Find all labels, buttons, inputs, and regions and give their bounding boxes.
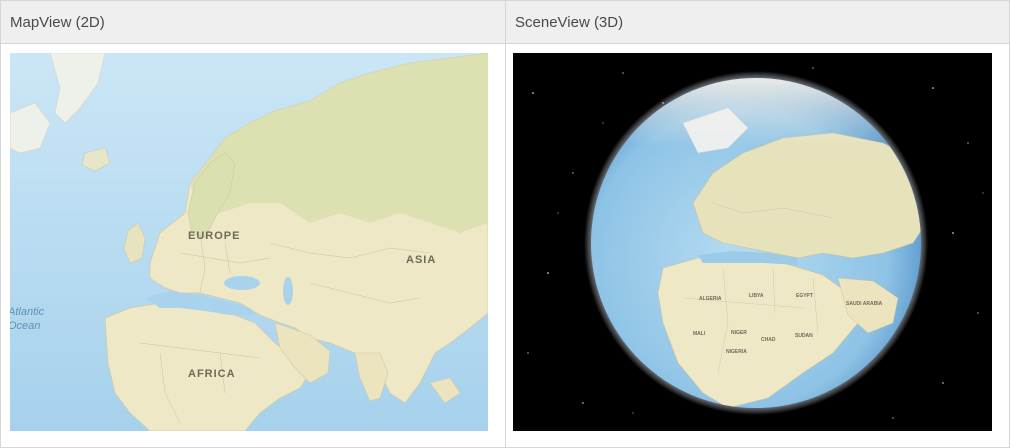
mapview-panel: MapView (2D) EUROPE ASIA AFRICA Atlantic… (1, 1, 505, 447)
asia-label: ASIA (406, 254, 436, 266)
label-niger: NIGER (731, 330, 747, 336)
map-2d-graphic: EUROPE ASIA AFRICA Atlantic Ocean (10, 53, 488, 431)
label-chad: CHAD (761, 337, 776, 343)
europe-label: EUROPE (188, 230, 240, 242)
black-sea (224, 276, 260, 290)
mapview-2d-map[interactable]: EUROPE ASIA AFRICA Atlantic Ocean (10, 53, 488, 431)
africa-label: AFRICA (188, 368, 236, 380)
mapview-title: MapView (2D) (10, 13, 105, 31)
sceneview-title: SceneView (3D) (515, 13, 624, 31)
view-comparison-grid: MapView (2D) EUROPE ASIA AFRICA Atlantic… (0, 0, 1010, 448)
caspian-sea (283, 277, 293, 305)
atlantic-label-line2: Ocean (10, 320, 40, 332)
sceneview-panel: SceneView (3D) ALGERIA LIBYA EGYPT SAUDI… (505, 1, 1009, 447)
label-nigeria: NIGERIA (726, 349, 747, 355)
sceneview-header: SceneView (3D) (506, 1, 1009, 44)
label-algeria: ALGERIA (699, 296, 722, 302)
mapview-header: MapView (2D) (1, 1, 505, 44)
globe-3d-graphic: ALGERIA LIBYA EGYPT SAUDI ARABIA MALI NI… (513, 53, 992, 431)
label-mali: MALI (693, 331, 706, 337)
label-saudi-arabia: SAUDI ARABIA (846, 301, 883, 307)
sceneview-3d-globe[interactable]: ALGERIA LIBYA EGYPT SAUDI ARABIA MALI NI… (513, 53, 992, 431)
label-egypt: EGYPT (796, 293, 813, 299)
label-sudan: SUDAN (795, 333, 813, 339)
label-libya: LIBYA (749, 293, 764, 299)
atlantic-label-line1: Atlantic (10, 306, 45, 318)
